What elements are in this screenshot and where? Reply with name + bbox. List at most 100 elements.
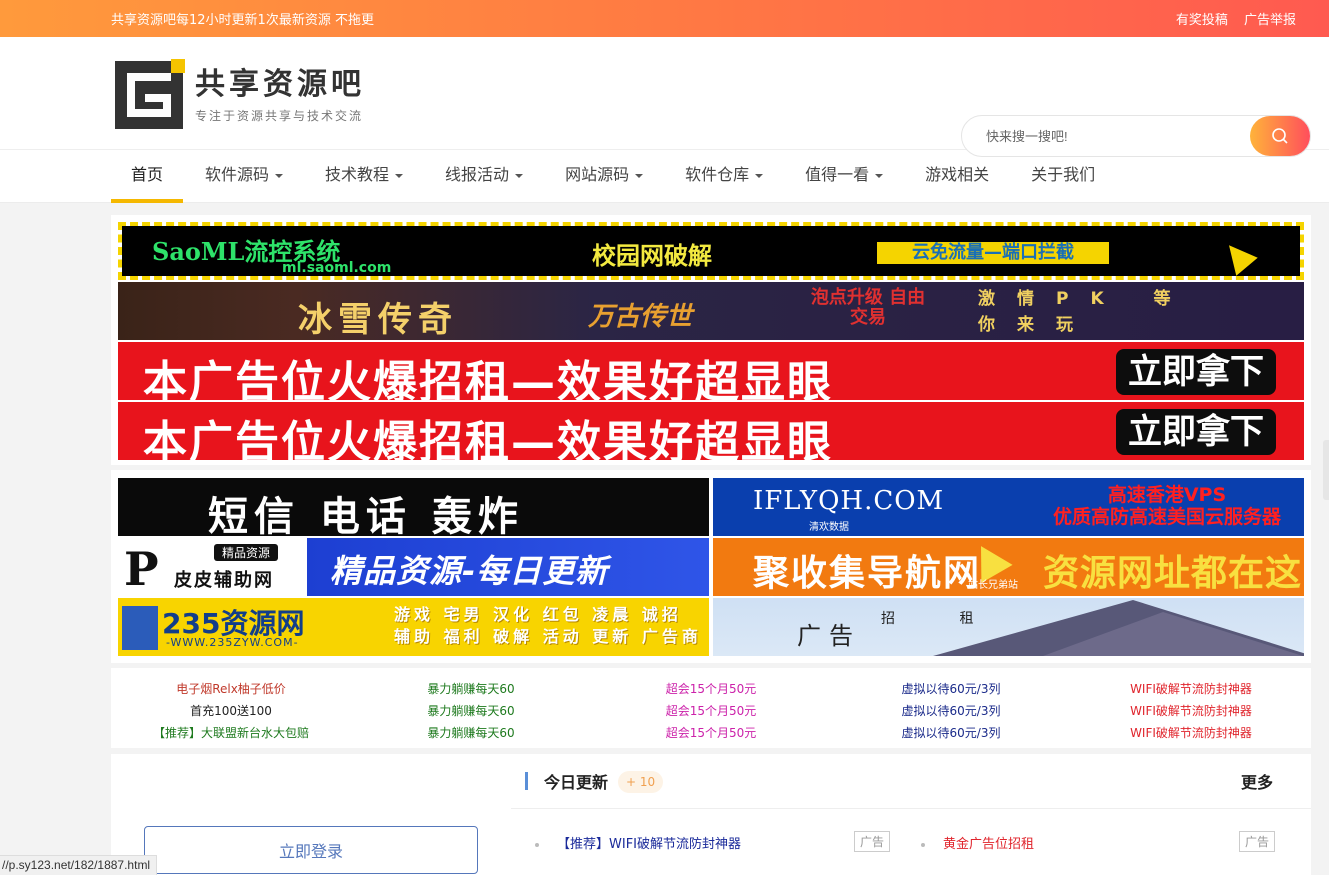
zyw235-line1: 游戏 宅男 汉化 红包 凌晨 诚招 [394,605,682,624]
nav-item-label: 软件源码 [205,165,270,184]
logo-slogan: 专注于资源共享与技术交流 [195,108,364,123]
nav-item-label: 线报活动 [445,165,510,184]
pipi-slogan: 精品资源-每日更新 [330,552,609,590]
content-area: 立即登录 今日更新 + 10 更多 【推荐】WIFI破解节流防封神器 广告 黄金… [111,754,1311,875]
zyw235-domain: -WWW.235ZYW.COM- [166,636,299,649]
nav-item[interactable]: 技术教程 [305,150,423,203]
text-ad-link[interactable]: 超会15个月50元 [666,700,757,722]
nav-item-label: 游戏相关 [925,165,990,184]
text-ad-link[interactable]: WIFI破解节流防封神器 [1130,722,1252,744]
logo-title: 共享资源吧 [195,66,365,102]
text-link-column: 超会15个月50元 超会15个月50元 超会15个月50元 [591,678,831,748]
rent-banner-cta: 立即拿下 [1116,349,1276,395]
text-ad-link[interactable]: 暴力躺赚每天60 [427,722,514,744]
bullet-icon [921,842,925,847]
rent-banner-1[interactable]: 本广告位火爆招租—效果好超显眼 立即拿下 [118,342,1304,400]
today-updates-title: 今日更新 [544,773,609,792]
grid-ads: 短信 电话 轰炸 IFLYQH.COM 清欢数据 高速香港VPS 优质高防高速美… [111,470,1311,663]
text-link-column: 暴力躺赚每天60 暴力躺赚每天60 暴力躺赚每天60 [351,678,591,748]
top-notice-bar: 共享资源吧每12小时更新1次最新资源 不拖更 有奖投稿 广告举报 [0,0,1329,37]
text-ad-link[interactable]: 虚拟以待60元/3列 [902,700,1001,722]
rent-banner-2[interactable]: 本广告位火爆招租—效果好超显眼 立即拿下 [118,402,1304,460]
user-panel: 立即登录 [111,754,511,875]
iflyqh-ad[interactable]: IFLYQH.COM 清欢数据 高速香港VPS 优质高防高速美国云服务器 [713,478,1304,536]
jushouji-name: 聚收集导航网 [753,553,982,594]
list-item[interactable]: 黄金广告位招租 [921,833,1034,852]
nav-item[interactable]: 线报活动 [425,150,543,203]
rent-ad-small: 招 租 [881,611,1004,627]
text-ad-link[interactable]: 【推荐】大联盟新台水大包赔 [153,722,309,744]
bingxue-title: 冰雪传奇 [298,300,458,340]
nav-item[interactable]: 软件仓库 [665,150,783,203]
iflyqh-line1: 高速香港VPS [1107,484,1227,506]
search-button[interactable] [1250,116,1310,156]
saoml-domain: ml.saoml.com [282,260,392,276]
rent-banner-text: 本广告位火爆招租—效果好超显眼 [143,357,833,400]
pipi-name: 皮皮辅助网 [174,570,274,591]
saoml-banner[interactable]: SaoML流控系统 ml.saoml.com 校园网破解 云免流量—端口拦截 [118,222,1304,280]
iflyqh-sub: 清欢数据 [809,522,849,533]
scrollbar[interactable] [1323,440,1329,500]
zyw235-ad[interactable]: 235资源网 -WWW.235ZYW.COM- 游戏 宅男 汉化 红包 凌晨 诚… [118,598,709,656]
text-ad-link[interactable]: WIFI破解节流防封神器 [1130,700,1252,722]
list-item-title: 【推荐】WIFI破解节流防封神器 [557,837,741,852]
logo-icon [115,59,185,129]
status-bar-url: //p.sy123.net/182/1887.html [0,855,158,875]
caret-down-icon [875,173,884,178]
pipi-tag: 精品资源 [214,544,279,561]
site-header: 共享资源吧 专注于资源共享与技术交流 [0,37,1329,157]
ad-tag: 广告 [1239,831,1276,852]
jushouji-ad[interactable]: 聚收集导航网 站长兄弟站 资源网址都在这里 [713,538,1304,596]
today-updates-panel: 今日更新 + 10 更多 【推荐】WIFI破解节流防封神器 广告 黄金广告位招租… [511,754,1311,875]
nav-item[interactable]: 关于我们 [1011,150,1115,203]
update-count-badge: + 10 [618,771,664,793]
sms-ad-text: 短信 电话 轰炸 [208,494,524,536]
nav-item[interactable]: 游戏相关 [905,150,1009,203]
caret-down-icon [515,173,524,178]
text-ad-link[interactable]: 暴力躺赚每天60 [427,678,514,700]
nav-item[interactable]: 首页 [111,150,184,203]
bingxue-feature: 泡点升级 自由交易 [810,287,926,328]
saoml-mid: 校园网破解 [592,242,712,270]
sms-bomb-ad[interactable]: 短信 电话 轰炸 [118,478,709,536]
more-link[interactable]: 更多 [1241,769,1273,793]
nav-item[interactable]: 网站源码 [545,150,663,203]
login-button[interactable]: 立即登录 [144,826,478,874]
text-ad-link[interactable]: 虚拟以待60元/3列 [902,722,1001,744]
ad-tag: 广告 [854,831,891,852]
text-ad-link[interactable]: 暴力躺赚每天60 [427,700,514,722]
list-item[interactable]: 【推荐】WIFI破解节流防封神器 [535,833,741,852]
text-ad-link[interactable]: 超会15个月50元 [666,722,757,744]
cursor-arrow-icon [1218,236,1258,276]
rent-banner-cta: 立即拿下 [1116,409,1276,455]
saoml-right: 云免流量—端口拦截 [877,242,1109,264]
bingxue-banner[interactable]: 冰雪传奇 万古传世 泡点升级 自由交易 激情PK 等你来玩 [118,282,1304,340]
nav-item-label: 网站源码 [565,165,630,184]
text-ad-link[interactable]: 电子烟Relx柚子低价 [176,678,286,700]
text-link-column: 虚拟以待60元/3列 虚拟以待60元/3列 虚拟以待60元/3列 [831,678,1071,748]
submit-link[interactable]: 有奖投稿 [1176,13,1228,28]
nav-item-label: 关于我们 [1031,165,1096,184]
caret-down-icon [275,173,284,178]
pipi-logo-letter: P [124,542,159,596]
text-ad-link[interactable]: WIFI破解节流防封神器 [1130,678,1252,700]
bingxue-logo: 万古传世 [588,302,693,332]
site-logo[interactable]: 共享资源吧 专注于资源共享与技术交流 [115,59,385,131]
rent-ad-mountain[interactable]: 广告 招 租 [713,598,1304,656]
report-ad-link[interactable]: 广告举报 [1244,13,1296,28]
zyw235-logo-icon [122,606,158,650]
rent-ad-big: 广告 [797,622,861,650]
nav-item[interactable]: 值得一看 [785,150,903,203]
text-ad-link[interactable]: 超会15个月50元 [666,678,757,700]
site-notice: 共享资源吧每12小时更新1次最新资源 不拖更 [111,13,374,28]
text-ad-links: 电子烟Relx柚子低价 首充100送100 【推荐】大联盟新台水大包赔 暴力躺赚每天6… [111,668,1311,748]
nav-item-label: 首页 [131,165,164,184]
text-ad-link[interactable]: 虚拟以待60元/3列 [902,678,1001,700]
zyw235-line2: 辅助 福利 破解 活动 更新 广告商 [394,627,702,646]
iflyqh-line2: 优质高防高速美国云服务器 [1053,506,1282,528]
nav-item[interactable]: 软件源码 [185,150,303,203]
text-ad-link[interactable]: 首充100送100 [190,700,272,722]
pipi-ad[interactable]: P 精品资源 皮皮辅助网 精品资源-每日更新 [118,538,709,596]
caret-down-icon [395,173,404,178]
rent-banner-text: 本广告位火爆招租—效果好超显眼 [143,417,833,460]
